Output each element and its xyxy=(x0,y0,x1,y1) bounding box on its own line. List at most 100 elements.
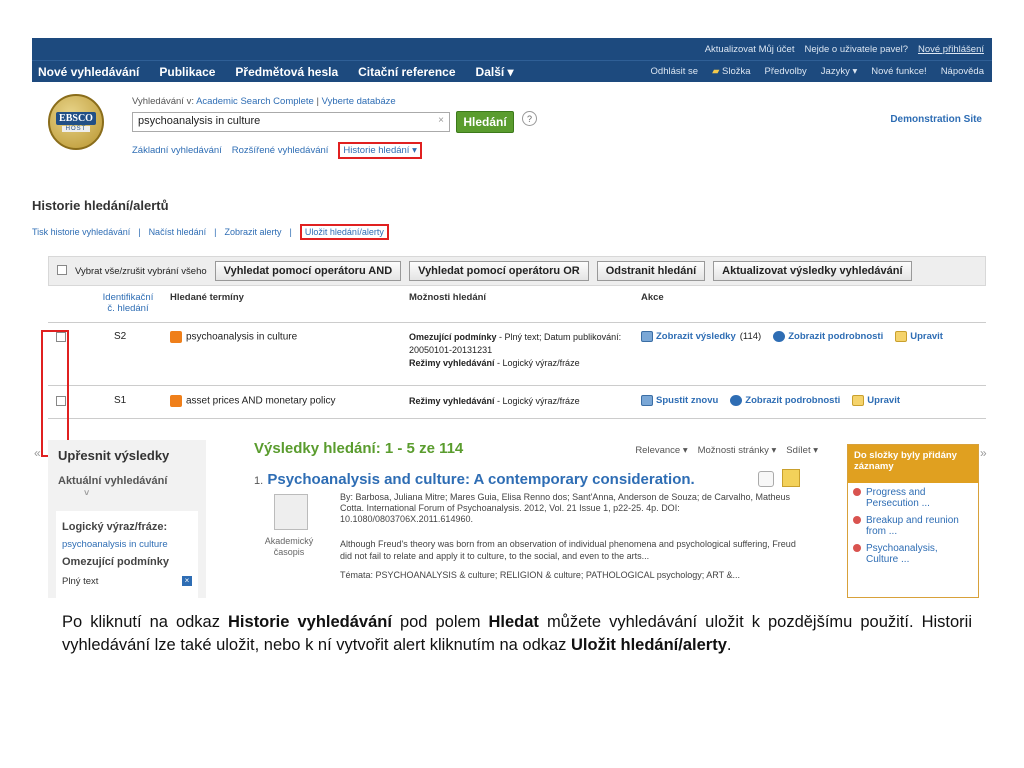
rss-icon[interactable] xyxy=(170,395,182,407)
info-icon xyxy=(730,395,743,406)
col-actions: Akce xyxy=(641,292,664,303)
folder-icon: ▰ xyxy=(712,66,720,77)
folder-item[interactable]: Progress and Persecution ... xyxy=(848,483,978,511)
search-input[interactable]: psychoanalysis in culture × xyxy=(132,112,450,132)
main-nav: Nové vyhledávání Publikace Předmětová he… xyxy=(32,60,992,82)
chevron-down-icon: ˅ xyxy=(84,488,90,498)
search-history-link[interactable]: Historie hledání ▾ xyxy=(338,142,422,159)
nav-publications[interactable]: Publikace xyxy=(159,65,215,79)
view-details-link[interactable]: Zobrazit podrobnosti xyxy=(730,395,840,406)
result-subjects: Témata: PSYCHOANALYSIS & culture; RELIGI… xyxy=(340,570,740,580)
not-user-text[interactable]: Nejde o uživatele pavel? xyxy=(804,44,908,55)
results-area: Výsledky hledání: 1 - 5 ze 114 Relevance… xyxy=(254,440,818,584)
print-history-link[interactable]: Tisk historie vyhledávání xyxy=(32,227,130,237)
preferences-link[interactable]: Předvolby xyxy=(765,66,807,77)
update-account-link[interactable]: Aktualizovat Můj účet xyxy=(705,44,795,55)
row-actions: Spustit znovu Zobrazit podrobnosti Uprav… xyxy=(641,395,900,406)
view-alerts-link[interactable]: Zobrazit alerty xyxy=(224,227,281,237)
history-row: S1 asset prices AND monetary policy Reži… xyxy=(48,387,986,419)
sign-out-link[interactable]: Odhlásit se xyxy=(651,66,699,77)
nav-new-search[interactable]: Nové vyhledávání xyxy=(38,65,139,79)
collapse-left-icon[interactable]: « xyxy=(34,446,41,460)
remove-icon[interactable] xyxy=(853,544,861,552)
modes-text: - Logický výraz/fráze xyxy=(494,358,580,368)
advanced-search-link[interactable]: Rozšířené vyhledávání xyxy=(232,145,329,156)
search-in-line: Vyhledávání v: Academic Search Complete … xyxy=(132,96,396,107)
save-searches-link[interactable]: Uložit hledání/alerty xyxy=(299,224,389,240)
collapse-right-icon[interactable]: » xyxy=(980,446,987,460)
modes-label: Režimy vyhledávání xyxy=(409,358,495,368)
folder-header: Do složky byly přidány záznamy xyxy=(848,445,978,483)
view-details-link[interactable]: Zobrazit podrobnosti xyxy=(773,331,883,342)
languages-link[interactable]: Jazyky ▾ xyxy=(821,66,857,77)
col-options: Možnosti hledání xyxy=(409,292,487,303)
basic-search-link[interactable]: Základní vyhledávání xyxy=(132,145,222,156)
search-button[interactable]: Hledání xyxy=(456,111,514,133)
result-item: 1. Psychoanalysis and culture: A contemp… xyxy=(254,469,818,488)
rss-icon[interactable] xyxy=(170,331,182,343)
history-links: Tisk historie vyhledávání | Načíst hledán… xyxy=(32,224,389,240)
retrieve-searches-link[interactable]: Načíst hledání xyxy=(149,227,207,237)
view-results-link[interactable]: Zobrazit výsledky xyxy=(641,331,736,342)
new-login-link[interactable]: Nové přihlášení xyxy=(918,44,984,55)
folder-item[interactable]: Breakup and reunion from ... xyxy=(848,511,978,539)
edit-label: Upravit xyxy=(910,331,943,343)
remove-limit-icon[interactable]: × xyxy=(182,576,192,586)
info-icon xyxy=(773,331,786,342)
row-terms: asset prices AND monetary policy xyxy=(170,395,336,407)
share-dropdown[interactable]: Sdílet ▾ xyxy=(786,445,818,456)
edit-link[interactable]: Upravit xyxy=(895,331,943,342)
result-byline: By: Barbosa, Juliana Mitre; Mares Guia, … xyxy=(340,492,790,524)
refresh-results-button[interactable]: Aktualizovat výsledky vyhledávání xyxy=(713,261,912,281)
database-link[interactable]: Academic Search Complete xyxy=(196,96,314,107)
screenshot: Aktualizovat Můj účet Nejde o uživatele … xyxy=(32,38,992,598)
checkbox-highlight xyxy=(41,330,69,457)
delete-searches-button[interactable]: Odstranit hledání xyxy=(596,261,706,281)
ebsco-logo[interactable]: EBSCO HOST xyxy=(48,94,104,150)
help-icon[interactable]: ? xyxy=(522,111,537,126)
folder-item-label: Breakup and reunion from ... xyxy=(866,515,959,537)
row-terms-text: asset prices AND monetary policy xyxy=(186,395,336,407)
logo-word: EBSCO xyxy=(56,112,96,125)
new-features-link[interactable]: Nové funkce! xyxy=(871,66,926,77)
search-with-or-button[interactable]: Vyhledat pomocí operátoru OR xyxy=(409,261,589,281)
current-search-toggle[interactable]: Aktuální vyhledávání ˅ xyxy=(48,471,206,503)
folder-link[interactable]: ▰ Složka xyxy=(712,66,750,77)
logo-host: HOST xyxy=(61,126,91,132)
modes-label: Režimy vyhledávání xyxy=(409,396,495,406)
help-link[interactable]: Nápověda xyxy=(941,66,984,77)
nav-subject-terms[interactable]: Předmětová hesla xyxy=(235,65,338,79)
caption-part: Po kliknutí na odkaz xyxy=(62,613,229,631)
view-results-label: Zobrazit výsledky xyxy=(656,331,736,343)
select-all-checkbox[interactable] xyxy=(57,264,67,278)
boolean-value-link[interactable]: psychoanalysis in culture xyxy=(62,539,192,550)
results-options: Relevance ▾ Možnosti stránky ▾ Sdílet ▾ xyxy=(635,445,818,456)
page-options-dropdown[interactable]: Možnosti stránky ▾ xyxy=(698,445,777,456)
remove-icon[interactable] xyxy=(853,516,861,524)
caption-part: pod polem xyxy=(391,613,489,631)
remove-icon[interactable] xyxy=(853,488,861,496)
folder-item[interactable]: Psychoanalysis, Culture ... xyxy=(848,539,978,567)
history-row: S2 psychoanalysis in culture Omezující p… xyxy=(48,324,986,386)
demo-site-label: Demonstration Site xyxy=(890,114,982,125)
result-type: Akademický časopis xyxy=(264,536,314,557)
nav-cited-references[interactable]: Citační reference xyxy=(358,65,455,79)
sort-dropdown[interactable]: Relevance ▾ xyxy=(635,445,687,456)
row-id: S1 xyxy=(114,395,127,406)
clear-icon[interactable]: × xyxy=(438,115,444,126)
checkbox-icon xyxy=(57,264,67,275)
add-to-folder-icon[interactable] xyxy=(782,469,800,487)
history-table-header: Identifikační č. hledání Hledané termíny… xyxy=(48,287,986,323)
rerun-link[interactable]: Spustit znovu xyxy=(641,395,718,406)
magnifier-icon xyxy=(641,395,653,406)
result-number: 1. xyxy=(254,475,264,487)
nav-more[interactable]: Další ▾ xyxy=(476,65,514,79)
folder-item-label: Psychoanalysis, Culture ... xyxy=(866,543,938,565)
edit-link[interactable]: Upravit xyxy=(852,395,900,406)
result-title-link[interactable]: Psychoanalysis and culture: A contempora… xyxy=(267,471,694,488)
preview-icon[interactable] xyxy=(758,471,774,487)
col-id[interactable]: Identifikační č. hledání xyxy=(98,292,158,314)
search-with-and-button[interactable]: Vyhledat pomocí operátoru AND xyxy=(214,261,402,281)
choose-databases-link[interactable]: Vyberte databáze xyxy=(322,96,396,107)
limits-label: Omezující podmínky xyxy=(62,556,169,568)
